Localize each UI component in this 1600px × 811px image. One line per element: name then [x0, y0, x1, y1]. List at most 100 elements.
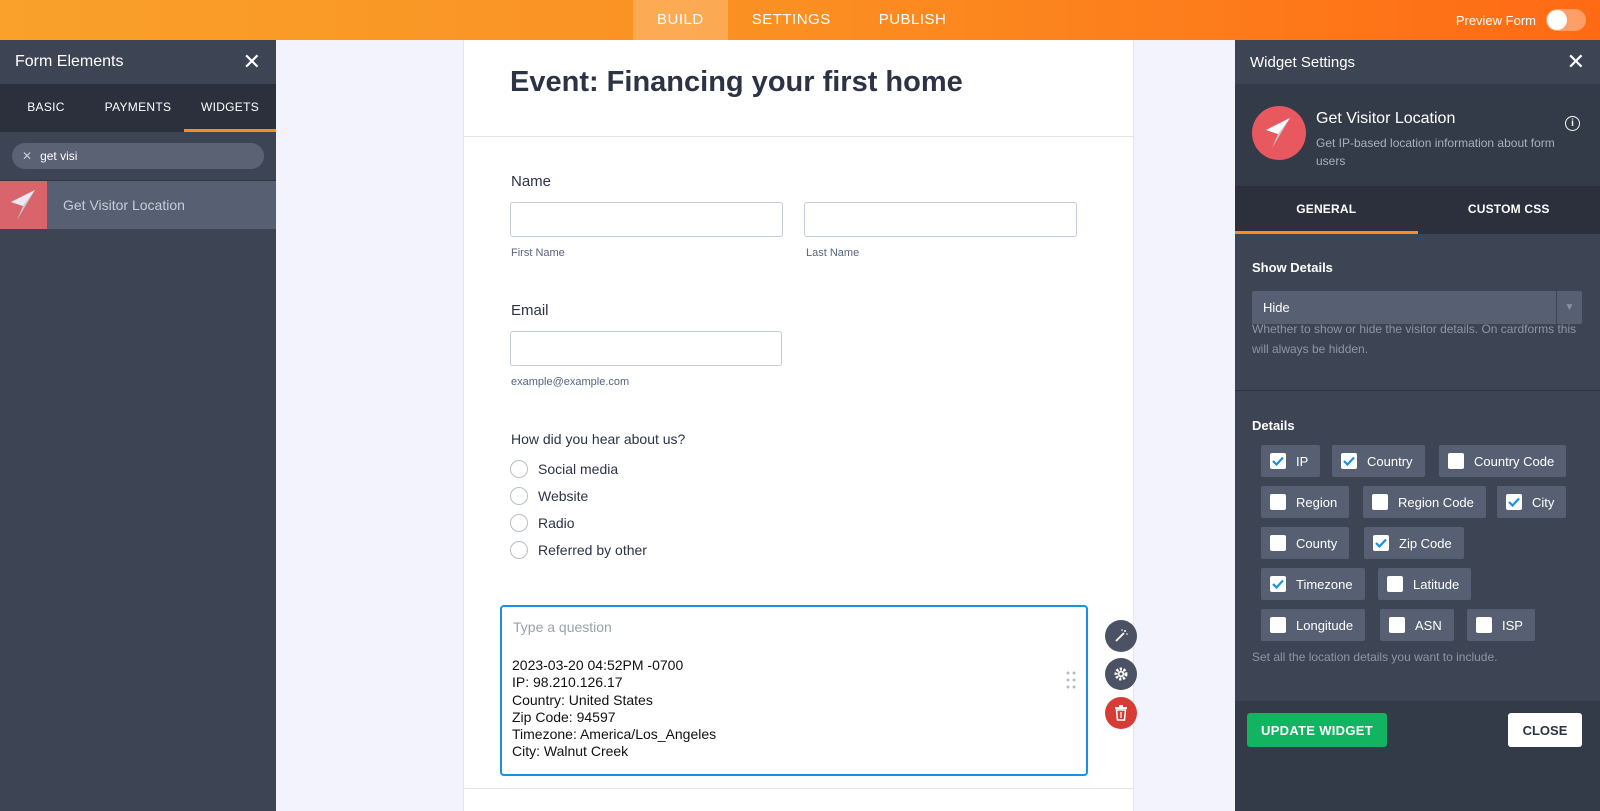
tab-build[interactable]: BUILD	[633, 0, 728, 40]
form-card: Event: Financing your first home Name Fi…	[463, 40, 1134, 811]
detail-option-asn[interactable]: ASN	[1380, 609, 1454, 641]
widget-settings-title: Widget Settings	[1250, 53, 1356, 71]
details-label: Details	[1252, 418, 1295, 433]
trash-icon	[1115, 705, 1127, 721]
widget-description: Get IP-based location information about …	[1316, 136, 1555, 168]
form-elements-header: Form Elements ✕	[0, 40, 276, 84]
title-divider	[464, 136, 1133, 137]
detail-option-region[interactable]: Region	[1261, 486, 1350, 518]
detail-option-label: City	[1532, 494, 1555, 510]
output-line: Country: United States	[512, 691, 653, 708]
preview-form: Preview Form	[1456, 9, 1586, 31]
detail-option-longitude[interactable]: Longitude	[1261, 609, 1366, 641]
last-name-input[interactable]	[804, 202, 1077, 237]
widget-settings-panel: Widget Settings ✕ Get Visitor Location G…	[1235, 40, 1600, 811]
checkbox[interactable]	[1389, 617, 1405, 633]
detail-option-city[interactable]: City	[1497, 486, 1567, 518]
detail-option-zip-code[interactable]: Zip Code	[1364, 527, 1464, 559]
output-line: IP: 98.210.126.17	[512, 674, 623, 691]
detail-option-label: Country	[1367, 453, 1413, 469]
visitor-location-widget-field[interactable]: Type a question 2023-03-20 04:52PM -0700…	[500, 605, 1088, 776]
magic-wand-button[interactable]	[1105, 620, 1137, 652]
detail-option-isp[interactable]: ISP	[1467, 609, 1535, 641]
tab-general[interactable]: GENERAL	[1235, 186, 1418, 234]
tab-publish[interactable]: PUBLISH	[855, 0, 971, 40]
close-button[interactable]: CLOSE	[1508, 713, 1582, 747]
detail-option-label: Region	[1296, 494, 1338, 510]
search-input[interactable]	[40, 149, 241, 163]
widget-output: 2023-03-20 04:52PM -0700 IP: 98.210.126.…	[512, 657, 716, 761]
detail-option-label: Timezone	[1296, 576, 1353, 592]
close-icon[interactable]: ✕	[243, 51, 261, 73]
form-elements-title: Form Elements	[15, 53, 124, 70]
radio-option[interactable]: Website	[510, 487, 588, 505]
preview-form-label: Preview Form	[1455, 12, 1536, 28]
settings-tabs: GENERAL CUSTOM CSS	[1235, 186, 1600, 234]
hear-label: How did you hear about us?	[511, 431, 686, 447]
drag-handle-icon[interactable]	[1065, 670, 1076, 689]
email-label: Email	[511, 302, 549, 319]
detail-option-country[interactable]: Country	[1332, 445, 1425, 477]
detail-option-label: ASN	[1415, 617, 1442, 633]
first-name-input[interactable]	[510, 202, 783, 237]
checkbox[interactable]	[1448, 453, 1464, 469]
detail-option-latitude[interactable]: Latitude	[1378, 568, 1472, 600]
preview-form-toggle[interactable]	[1546, 9, 1586, 31]
radio-button[interactable]	[510, 514, 528, 532]
checkbox[interactable]	[1387, 576, 1403, 592]
checkbox[interactable]	[1270, 617, 1286, 633]
last-name-sublabel: Last Name	[806, 247, 860, 259]
form-canvas: Event: Financing your first home Name Fi…	[276, 40, 1235, 811]
location-arrow-icon	[0, 181, 47, 229]
radio-option[interactable]: Radio	[510, 514, 575, 532]
show-details-value: Hide	[1263, 300, 1290, 315]
tab-basic[interactable]: BASIC	[0, 84, 92, 132]
name-label: Name	[511, 173, 552, 190]
checkbox[interactable]	[1270, 576, 1286, 592]
detail-option-region-code[interactable]: Region Code	[1363, 486, 1486, 518]
update-widget-button[interactable]: UPDATE WIDGET	[1247, 713, 1387, 747]
info-icon[interactable]: i	[1565, 116, 1580, 131]
checkbox[interactable]	[1341, 453, 1357, 469]
output-line: City: Walnut Creek	[512, 743, 629, 760]
widget-result-item[interactable]: Get Visitor Location	[0, 181, 276, 229]
form-title[interactable]: Event: Financing your first home	[510, 66, 963, 99]
tab-custom-css[interactable]: CUSTOM CSS	[1418, 186, 1600, 234]
checkbox[interactable]	[1373, 535, 1389, 551]
detail-option-label: County	[1296, 535, 1338, 551]
radio-button[interactable]	[510, 487, 528, 505]
widget-result-label: Get Visitor Location	[63, 197, 185, 213]
radio-option[interactable]: Social media	[510, 460, 618, 478]
tab-payments[interactable]: PAYMENTS	[92, 84, 184, 132]
location-arrow-icon	[1252, 106, 1306, 160]
tab-settings[interactable]: SETTINGS	[728, 0, 855, 40]
checkbox[interactable]	[1270, 535, 1286, 551]
detail-option-timezone[interactable]: Timezone	[1261, 568, 1365, 600]
settings-footer: UPDATE WIDGET CLOSE	[1235, 701, 1600, 811]
clear-search-icon[interactable]: ✕	[22, 149, 32, 163]
top-nav: BUILD SETTINGS PUBLISH	[633, 0, 970, 40]
question-placeholder[interactable]: Type a question	[513, 619, 612, 635]
detail-option-country-code[interactable]: Country Code	[1439, 445, 1567, 477]
checkbox[interactable]	[1506, 494, 1522, 510]
checkbox[interactable]	[1270, 494, 1286, 510]
checkbox[interactable]	[1476, 617, 1492, 633]
detail-option-label: Longitude	[1296, 617, 1354, 633]
detail-option-label: Country Code	[1474, 453, 1555, 469]
delete-button[interactable]	[1105, 697, 1137, 729]
gear-icon	[1114, 667, 1128, 681]
detail-option-ip[interactable]: IP	[1261, 445, 1321, 477]
widget-settings-button[interactable]	[1105, 658, 1137, 690]
radio-button[interactable]	[510, 541, 528, 559]
email-field[interactable]	[510, 331, 782, 366]
radio-option[interactable]: Referred by other	[510, 541, 647, 559]
search-box: ✕	[12, 143, 264, 169]
close-icon[interactable]: ✕	[1567, 51, 1585, 73]
element-tabs: BASIC PAYMENTS WIDGETS	[0, 84, 276, 132]
checkbox[interactable]	[1372, 494, 1388, 510]
checkbox[interactable]	[1270, 453, 1286, 469]
tab-widgets[interactable]: WIDGETS	[184, 84, 276, 132]
radio-button[interactable]	[510, 460, 528, 478]
email-sublabel: example@example.com	[511, 376, 630, 388]
detail-option-county[interactable]: County	[1261, 527, 1350, 559]
